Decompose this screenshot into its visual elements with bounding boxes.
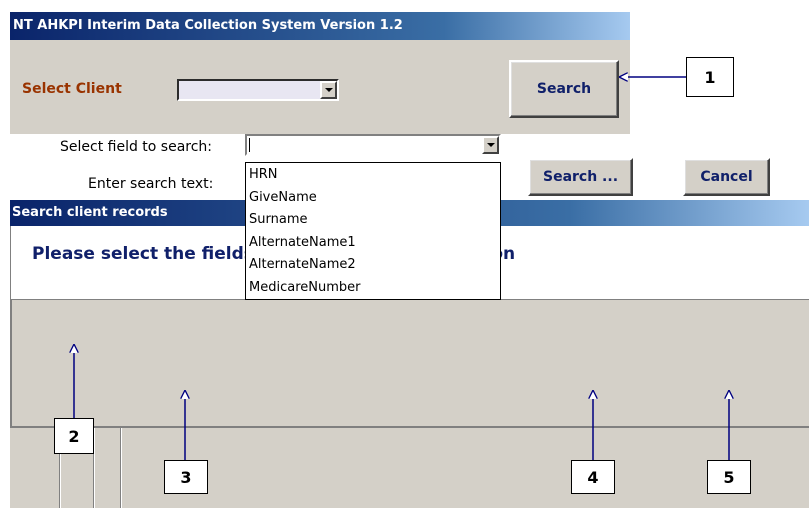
chevron-down-icon[interactable] [320, 81, 337, 99]
dropdown-option-surname[interactable]: Surname [246, 209, 500, 232]
dropdown-option-medicarenumber[interactable]: MedicareNumber [246, 277, 500, 300]
callout-5: 5 [707, 460, 751, 494]
search-button[interactable]: Search [509, 60, 619, 118]
search-text-label: Enter search text: [88, 176, 214, 192]
field-to-search-label: Select field to search: [60, 139, 213, 155]
main-window: NT AHKPI Interim Data Collection System … [10, 12, 630, 134]
dropdown-option-hrn[interactable]: HRN [246, 164, 500, 187]
text-caret [249, 138, 250, 152]
divider [120, 428, 122, 508]
callout-1: 1 [686, 57, 734, 97]
select-client-label: Select Client [22, 81, 122, 97]
dropdown-option-alternatename1[interactable]: AlternateName1 [246, 232, 500, 255]
field-combo[interactable] [245, 134, 501, 156]
client-combo[interactable] [177, 79, 339, 101]
callout-3: 3 [164, 460, 208, 494]
chevron-down-icon[interactable] [482, 136, 499, 154]
main-window-title: NT AHKPI Interim Data Collection System … [10, 12, 630, 40]
search-records-button[interactable]: Search ... [528, 158, 633, 196]
field-dropdown-list[interactable]: HRN GiveName Surname AlternateName1 Alte… [245, 162, 501, 300]
dropdown-option-alternatename2[interactable]: AlternateName2 [246, 254, 500, 277]
callout-2: 2 [54, 418, 94, 454]
cancel-button[interactable]: Cancel [683, 158, 770, 196]
callout-4: 4 [571, 460, 615, 494]
footer-panel [10, 426, 809, 508]
dropdown-option-givename[interactable]: GiveName [246, 187, 500, 210]
search-form-panel [10, 300, 809, 426]
